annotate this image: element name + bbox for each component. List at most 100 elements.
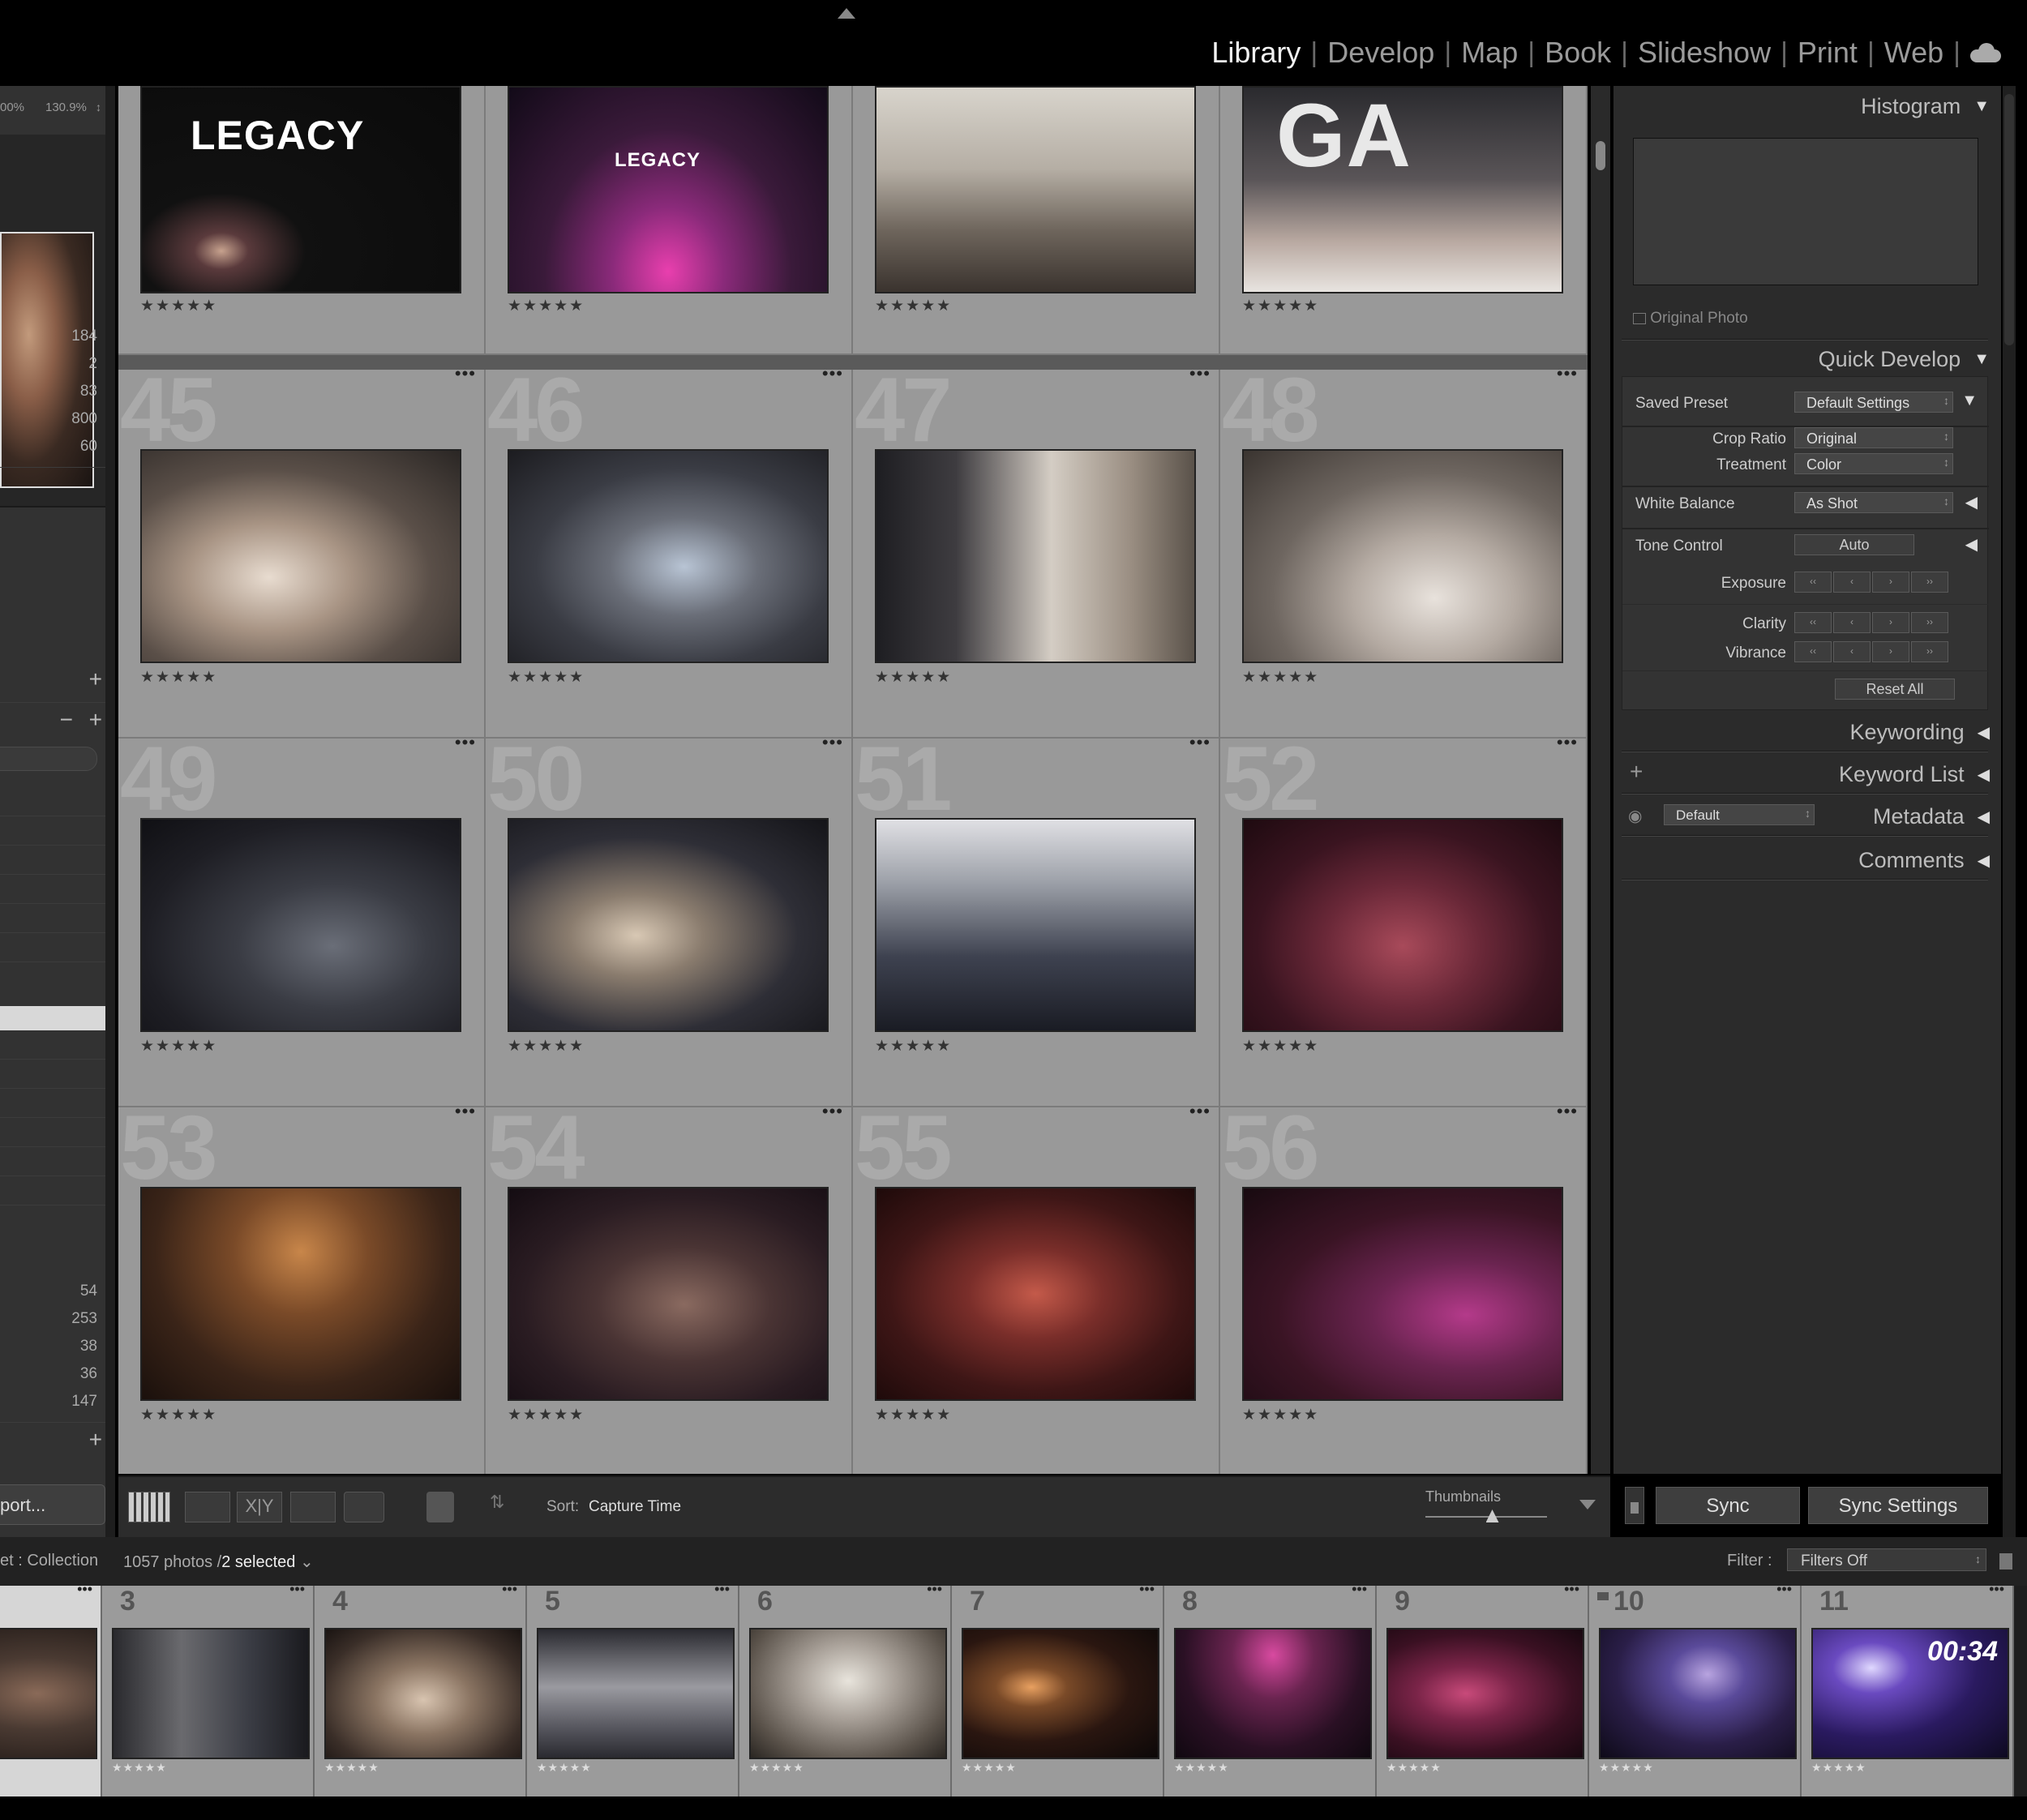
grid-view-icon[interactable] [128,1492,170,1522]
grid-cell[interactable]: 55 ••• ★★★★★ [853,1101,1220,1474]
photo-thumbnail[interactable] [875,449,1196,663]
sort-direction-icon[interactable]: ⇅ [490,1492,535,1522]
filmstrip-cell[interactable]: 4 ••• ★★★★★ [315,1586,527,1796]
sync-button[interactable]: Sync [1656,1487,1800,1524]
saved-preset-select[interactable]: Default Settings [1794,392,1953,413]
star-rating[interactable]: ★★★★★ [1242,1406,1319,1424]
quick-develop-header[interactable]: Quick Develop ▼ [1819,347,1990,372]
selected-collection-row[interactable] [0,1006,105,1030]
module-print[interactable]: Print [1788,36,1867,70]
star-rating[interactable]: ★★★★★ [1242,297,1319,315]
grid-cell[interactable]: 45 ••• ★★★★★ [118,363,486,739]
star-rating[interactable]: ★★★★★ [749,1761,804,1775]
grid-cell[interactable]: LEGACY ★★★★★ [486,86,853,355]
comments-header[interactable]: Comments ◀ [1858,848,1990,873]
filmstrip-thumbnail[interactable]: 00:34 [1811,1628,2009,1759]
compare-view-icon[interactable]: X|Y [237,1492,282,1522]
grid-cell[interactable]: LEGACY ★★★★★ [118,86,486,355]
vibrance-decrease-large-button[interactable]: ‹‹ [1794,641,1832,662]
star-rating[interactable]: ★★★★★ [508,1037,585,1056]
photo-thumbnail[interactable] [875,86,1196,293]
photo-thumbnail[interactable]: GA [1242,86,1563,293]
filter-lock-icon[interactable] [1999,1553,2012,1569]
filmstrip-thumbnail[interactable] [1386,1628,1584,1759]
more-options-icon[interactable]: ••• [1989,1586,2004,1598]
flag-icon[interactable] [1597,1592,1609,1600]
more-options-icon[interactable]: ••• [822,1101,843,1122]
filmstrip-cell[interactable]: 3 ••• ★★★★★ [102,1586,315,1796]
photo-thumbnail[interactable] [140,818,461,1032]
filmstrip-cell[interactable]: 9 ••• ★★★★★ [1377,1586,1589,1796]
module-web[interactable]: Web [1875,36,1953,70]
survey-view-icon[interactable] [290,1492,336,1522]
photo-thumbnail[interactable] [1242,818,1563,1032]
star-rating[interactable]: ★★★★★ [1174,1761,1229,1775]
more-options-icon[interactable]: ••• [927,1586,942,1598]
filmstrip-cell[interactable]: 7 ••• ★★★★★ [952,1586,1164,1796]
star-rating[interactable]: ★★★★★ [1242,668,1319,687]
exposure-increase-button[interactable]: › [1872,572,1909,593]
triangle-left-icon[interactable]: ◀ [1965,534,1978,555]
more-options-icon[interactable]: ••• [1776,1586,1792,1598]
exposure-decrease-large-button[interactable]: ‹‹ [1794,572,1832,593]
filmstrip-cell[interactable]: 6 ••• ★★★★★ [739,1586,952,1796]
more-options-icon[interactable]: ••• [822,732,843,753]
sync-settings-button[interactable]: Sync Settings [1808,1487,1988,1524]
zoom-stepper-icon[interactable]: ↕ [96,101,101,113]
photo-thumbnail[interactable] [1242,1187,1563,1401]
grid-cell[interactable]: GA ★★★★★ [1220,86,1588,355]
auto-sync-switch[interactable] [1625,1487,1644,1524]
right-panel-scrollbar[interactable] [2003,86,2016,1537]
photo-thumbnail[interactable]: LEGACY [140,86,461,293]
star-rating[interactable]: ★★★★★ [1811,1761,1866,1775]
star-rating[interactable]: ★★★★★ [537,1761,592,1775]
star-rating[interactable]: ★★★★★ [324,1761,379,1775]
filmstrip-source[interactable]: et : Collection [0,1552,98,1570]
photo-thumbnail[interactable] [508,818,829,1032]
filmstrip-thumbnail[interactable] [749,1628,947,1759]
module-map[interactable]: Map [1451,36,1528,70]
filmstrip-thumbnail[interactable] [537,1628,735,1759]
clarity-decrease-button[interactable]: ‹ [1833,612,1871,633]
star-rating[interactable]: ★★★★★ [508,1406,585,1424]
filmstrip-thumbnail[interactable] [324,1628,522,1759]
eye-icon[interactable]: ◉ [1628,806,1642,826]
grid-scrollbar[interactable] [1591,86,1610,1474]
toolbar-menu-chevron-down-icon[interactable] [1579,1500,1596,1510]
more-options-icon[interactable]: ••• [455,732,476,753]
triangle-down-icon[interactable]: ▼ [1961,392,1978,410]
grid-cell[interactable]: 56 ••• ★★★★★ [1220,1101,1588,1474]
module-book[interactable]: Book [1535,36,1621,70]
people-view-icon[interactable] [344,1492,384,1522]
filmstrip-thumbnail[interactable] [112,1628,310,1759]
more-options-icon[interactable]: ••• [455,1101,476,1122]
module-slideshow[interactable]: Slideshow [1628,36,1781,70]
more-options-icon[interactable]: ••• [77,1586,92,1598]
star-rating[interactable]: ★★★★★ [1242,1037,1319,1056]
filmstrip-thumbnail[interactable] [0,1628,97,1759]
zoom-option-custom[interactable]: 130.9% [45,101,87,114]
photo-thumbnail[interactable] [140,1187,461,1401]
grid-cell[interactable]: 46 ••• ★★★★★ [486,363,853,739]
filmstrip-thumbnail[interactable] [962,1628,1159,1759]
star-rating[interactable]: ★★★★★ [875,668,952,687]
more-options-icon[interactable]: ••• [1557,363,1578,384]
grid-cell[interactable]: 49 ••• ★★★★★ [118,732,486,1107]
star-rating[interactable]: ★★★★★ [875,1037,952,1056]
clarity-decrease-large-button[interactable]: ‹‹ [1794,612,1832,633]
grid-cell[interactable]: 51 ••• ★★★★★ [853,732,1220,1107]
star-rating[interactable]: ★★★★★ [508,668,585,687]
star-rating[interactable]: ★★★★★ [875,1406,952,1424]
grid-cell[interactable]: 50 ••• ★★★★★ [486,732,853,1107]
photo-thumbnail[interactable] [875,1187,1196,1401]
photo-thumbnail[interactable]: LEGACY [508,86,829,293]
keywording-header[interactable]: Keywording ◀ [1850,720,1990,745]
star-rating[interactable]: ★★★★★ [962,1761,1017,1775]
sort-select[interactable]: Capture Time [589,1498,681,1516]
loupe-view-icon[interactable] [185,1492,230,1522]
clarity-increase-large-button[interactable]: ›› [1911,612,1948,633]
star-rating[interactable]: ★★★★★ [1599,1761,1654,1775]
star-rating[interactable]: ★★★★★ [1386,1761,1442,1775]
chevron-down-icon[interactable]: ⌄ [300,1553,314,1571]
original-photo-toggle[interactable]: Original Photo [1633,310,1748,328]
